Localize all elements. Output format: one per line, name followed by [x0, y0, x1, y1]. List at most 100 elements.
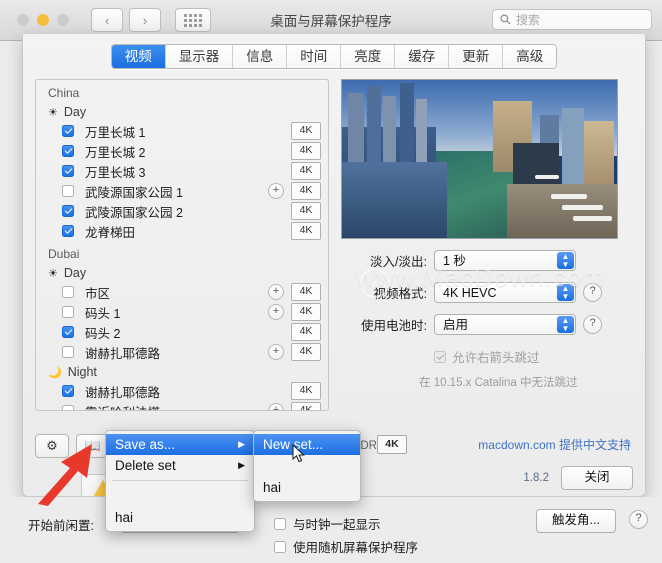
chevron-updown-icon: ▲ ▼ — [557, 252, 574, 269]
list-item[interactable]: 武陵源国家公园 2 4K — [36, 201, 328, 221]
menu-spacer — [106, 485, 254, 507]
watermark-logo-icon: ✓ — [360, 268, 390, 298]
row-checkbox[interactable] — [62, 125, 74, 137]
save-as-submenu[interactable]: New set... hai — [253, 430, 361, 502]
row-checkbox[interactable] — [62, 326, 74, 338]
tab-brightness[interactable]: 亮度 — [341, 45, 396, 68]
download-button[interactable]: + — [268, 344, 284, 360]
battery-select[interactable]: 启用 ▲ ▼ — [434, 314, 576, 335]
maximize-window-button[interactable] — [57, 14, 69, 26]
list-item[interactable]: 龙脊梯田 4K — [36, 221, 328, 241]
annotation-arrow — [38, 444, 92, 506]
list-item[interactable]: 市区 + 4K — [36, 282, 328, 302]
hot-corners-button[interactable]: 触发角... — [536, 509, 616, 533]
show-all-button[interactable] — [175, 8, 211, 32]
search-input[interactable]: 搜索 — [492, 9, 652, 30]
provides-quality-badge: 4K — [377, 435, 407, 454]
close-window-button[interactable] — [17, 14, 29, 26]
submenu-arrow-icon: ▶ — [238, 439, 245, 449]
list-item[interactable]: 武陵源国家公园 1 + 4K — [36, 181, 328, 201]
row-checkbox[interactable] — [62, 385, 74, 397]
preview-yacht — [562, 204, 604, 210]
group-header-china: China — [48, 86, 80, 100]
quality-badge: 4K — [291, 323, 321, 341]
tab-display[interactable]: 显示器 — [165, 45, 234, 68]
list-item[interactable]: 万里长城 2 4K — [36, 141, 328, 161]
submenu-item-hai[interactable]: hai — [254, 477, 360, 498]
tab-time[interactable]: 时间 — [287, 45, 342, 68]
quality-badge: 4K — [291, 202, 321, 220]
format-help-button[interactable]: ? — [583, 283, 602, 302]
row-checkbox[interactable] — [62, 185, 74, 197]
fade-select[interactable]: 1 秒 ▲ ▼ — [434, 250, 576, 271]
list-item[interactable]: 靠近哈利法塔 + 4K — [36, 401, 328, 410]
close-sheet-button[interactable]: 关闭 — [561, 466, 633, 490]
list-item[interactable]: 万里长城 1 4K — [36, 121, 328, 141]
quality-badge: 4K — [291, 142, 321, 160]
tab-info[interactable]: 信息 — [233, 45, 288, 68]
screensaver-options-sheet: 视频 显示器 信息 时间 亮度 缓存 更新 高级 China ☀ Day 万里长… — [22, 34, 646, 497]
search-icon — [500, 14, 511, 25]
grid-icon — [184, 13, 202, 27]
preview-yacht — [534, 174, 560, 179]
random-screensaver-checkbox[interactable] — [274, 540, 286, 553]
show-clock-checkbox[interactable] — [274, 517, 286, 530]
show-clock-row[interactable]: 与时钟一起显示 — [274, 514, 381, 533]
list-item[interactable]: 万里长城 3 4K — [36, 161, 328, 181]
row-checkbox[interactable] — [62, 225, 74, 237]
download-button[interactable]: + — [268, 403, 284, 410]
row-checkbox[interactable] — [62, 205, 74, 217]
section-label: Night — [67, 365, 97, 379]
row-checkbox[interactable] — [62, 346, 74, 358]
list-item[interactable]: 谢赫扎耶德路 + 4K — [36, 342, 328, 362]
download-button[interactable]: + — [268, 304, 284, 320]
row-checkbox[interactable] — [62, 286, 74, 298]
menu-item-set-hai[interactable]: hai — [106, 507, 254, 528]
credit-link[interactable]: macdown.com 提供中文支持 — [478, 436, 631, 453]
preview-foreground-building — [342, 162, 447, 238]
menu-item-save-as[interactable]: Save as... ▶ — [106, 434, 254, 455]
quality-badge: 4K — [291, 122, 321, 140]
tab-video[interactable]: 视频 — [111, 45, 166, 68]
tab-cache[interactable]: 缓存 — [395, 45, 450, 68]
tab-update[interactable]: 更新 — [449, 45, 504, 68]
prefs-help-button[interactable]: ? — [629, 510, 648, 529]
quality-badge: 4K — [291, 162, 321, 180]
tab-group: 视频 显示器 信息 时间 亮度 缓存 更新 高级 — [110, 44, 558, 69]
row-label: 码头 1 — [85, 306, 121, 321]
list-item[interactable]: 码头 2 4K — [36, 322, 328, 342]
minimize-window-button[interactable] — [37, 14, 49, 26]
download-button[interactable]: + — [268, 183, 284, 199]
forward-button[interactable]: › — [129, 8, 161, 32]
format-select[interactable]: 4K HEVC ▲ ▼ — [434, 282, 576, 303]
sheet-content: China ☀ Day 万里长城 1 4K 万里长城 2 4K 万里长城 3 4… — [23, 69, 645, 411]
list-item[interactable]: 谢赫扎耶德路 4K — [36, 381, 328, 401]
tab-bar: 视频 显示器 信息 时间 亮度 缓存 更新 高级 — [23, 34, 645, 69]
tab-advanced[interactable]: 高级 — [503, 45, 557, 68]
row-label: 谢赫扎耶德路 — [85, 385, 161, 400]
submenu-item-new-set[interactable]: New set... — [254, 434, 360, 455]
version-label: 1.8.2 — [523, 472, 549, 484]
sun-icon: ☀ — [48, 267, 58, 280]
group-header-dubai: Dubai — [48, 247, 80, 261]
download-button[interactable]: + — [268, 284, 284, 300]
row-checkbox[interactable] — [62, 145, 74, 157]
row-checkbox[interactable] — [62, 165, 74, 177]
menu-item-label: Delete set — [115, 458, 176, 473]
submenu-arrow-icon: ▶ — [238, 460, 245, 470]
quality-badge: 4K — [291, 222, 321, 240]
row-checkbox[interactable] — [62, 306, 74, 318]
mouse-cursor — [292, 444, 305, 463]
list-item[interactable]: 码头 1 + 4K — [36, 302, 328, 322]
menu-item-delete-set[interactable]: Delete set ▶ — [106, 455, 254, 476]
sets-context-menu[interactable]: Save as... ▶ Delete set ▶ hai — [105, 430, 255, 532]
row-checkbox[interactable] — [62, 405, 74, 410]
video-list[interactable]: China ☀ Day 万里长城 1 4K 万里长城 2 4K 万里长城 3 4… — [35, 79, 329, 411]
battery-help-button[interactable]: ? — [583, 315, 602, 334]
random-screensaver-row[interactable]: 使用随机屏幕保护程序 — [274, 537, 418, 556]
back-button[interactable]: ‹ — [91, 8, 123, 32]
skip-note: 在 10.15.x Catalina 中无法跳过 — [419, 377, 578, 389]
row-label: 码头 2 — [85, 326, 121, 341]
section-header-china-day: ☀ Day — [36, 102, 328, 121]
preview-yacht — [573, 215, 612, 221]
